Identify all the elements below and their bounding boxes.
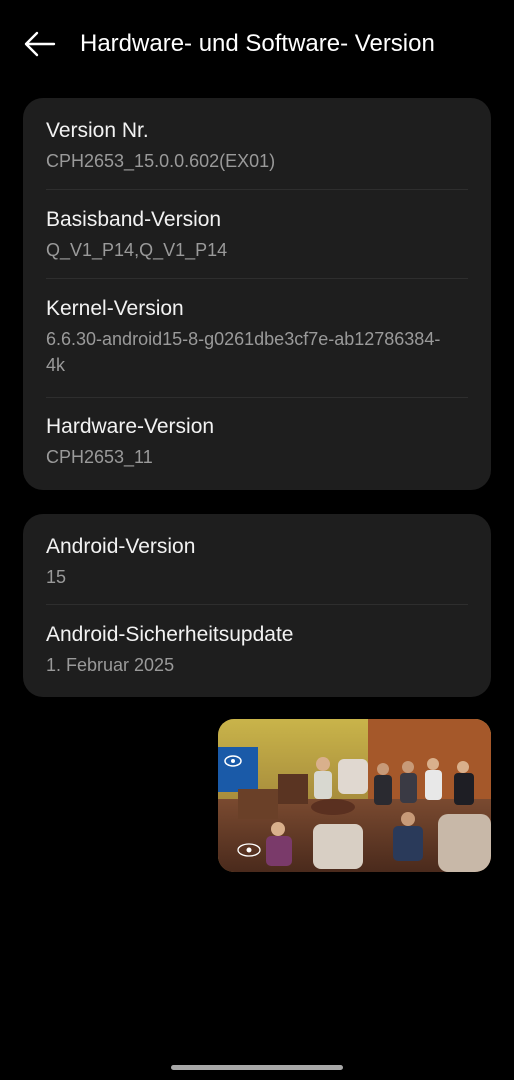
page-title: Hardware- und Software- Version <box>80 30 435 57</box>
kernel-version-row[interactable]: Kernel-Version 6.6.30-android15-8-g0261d… <box>46 279 468 398</box>
android-version-row[interactable]: Android-Version 15 <box>46 514 468 605</box>
back-button[interactable] <box>18 26 62 62</box>
row-value: CPH2653_11 <box>46 447 153 467</box>
row-value: CPH2653_15.0.0.602(EX01) <box>46 151 276 171</box>
row-value: 15 <box>46 567 67 587</box>
row-value: 1. Februar 2025 <box>46 655 175 675</box>
row-label: Kernel-Version <box>46 297 184 320</box>
row-value: 6.6.30-android15-8-g0261dbe3cf7e-ab12786… <box>46 329 441 375</box>
row-label: Android-Version <box>46 535 196 558</box>
baseband-version-row[interactable]: Basisband-Version Q_V1_P14,Q_V1_P14 <box>46 190 468 279</box>
picture-in-picture-video[interactable] <box>218 719 491 872</box>
row-label: Android-Sicherheitsupdate <box>46 623 294 646</box>
video-frame <box>218 719 491 872</box>
android-info-card: Android-Version 15 Android-Sicherheitsup… <box>23 514 491 697</box>
arrow-left-icon <box>24 31 56 57</box>
home-indicator[interactable] <box>171 1065 343 1070</box>
hardware-version-row[interactable]: Hardware-Version CPH2653_11 <box>46 398 468 490</box>
screen: Hardware- und Software- Version Version … <box>0 0 514 1080</box>
row-label: Version Nr. <box>46 119 149 142</box>
software-info-card: Version Nr. CPH2653_15.0.0.602(EX01) Bas… <box>23 98 491 490</box>
version-number-row[interactable]: Version Nr. CPH2653_15.0.0.602(EX01) <box>46 98 468 190</box>
row-label: Basisband-Version <box>46 208 222 231</box>
app-bar: Hardware- und Software- Version <box>0 20 514 70</box>
row-label: Hardware-Version <box>46 415 215 438</box>
row-value: Q_V1_P14,Q_V1_P14 <box>46 240 228 260</box>
security-update-row[interactable]: Android-Sicherheitsupdate 1. Februar 202… <box>46 605 468 697</box>
